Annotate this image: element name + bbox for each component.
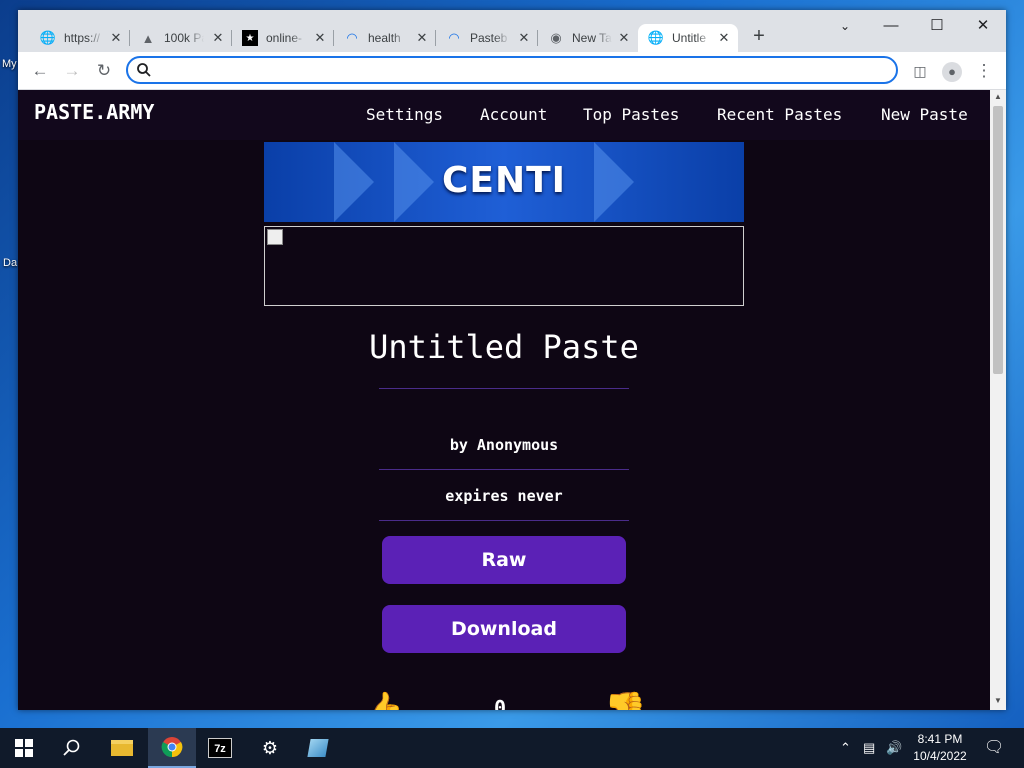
new-tab-button[interactable]: + xyxy=(748,26,770,48)
tab-title: online- xyxy=(266,31,303,45)
tab[interactable]: ◉ New Ta ✕ xyxy=(538,24,638,52)
close-icon[interactable]: ✕ xyxy=(716,30,732,46)
clock[interactable]: 8:41 PM 10/4/2022 xyxy=(906,731,974,765)
globe-icon: 🌐 xyxy=(39,30,57,45)
tab[interactable]: ▲ 100k Pa ✕ xyxy=(130,24,232,52)
site-logo[interactable]: PASTE.ARMY xyxy=(34,100,154,124)
tab-title: Untitle xyxy=(672,31,707,45)
browser-toolbar: ← → ↻ ◫ ● ⋮ xyxy=(18,52,1006,90)
close-window-button[interactable]: ✕ xyxy=(960,14,1006,38)
desktop-label[interactable]: Da xyxy=(3,257,17,269)
notification-icon[interactable]: 🗨 xyxy=(984,737,1004,757)
close-icon[interactable]: ✕ xyxy=(616,30,632,46)
thumbs-down-icon[interactable]: 👎 xyxy=(604,690,646,710)
paste-expiry: expires never xyxy=(445,487,563,505)
star-icon: ★ xyxy=(242,30,258,46)
globe-icon: 🌐 xyxy=(647,30,665,45)
clock-time: 8:41 PM xyxy=(917,732,963,746)
nav-settings[interactable]: Settings xyxy=(366,105,443,124)
tab-strip: 🌐 https:// ✕ ▲ 100k Pa ✕ ★ online- ✕ ◠ h… xyxy=(18,10,1006,52)
file-explorer-icon[interactable] xyxy=(98,728,146,768)
scrollbar-thumb[interactable] xyxy=(993,106,1003,374)
close-icon[interactable]: ✕ xyxy=(414,30,430,46)
search-icon xyxy=(137,63,151,77)
network-icon[interactable]: ▤ xyxy=(863,740,875,756)
site-header: PASTE.ARMY Settings Account Top Pastes R… xyxy=(18,90,990,140)
chrome-icon[interactable] xyxy=(148,728,196,768)
minimize-button[interactable]: — xyxy=(868,14,914,38)
divider xyxy=(379,469,629,470)
nav-new-paste[interactable]: New Paste xyxy=(881,105,968,124)
address-input[interactable] xyxy=(158,60,888,80)
tab[interactable]: 🌐 https:// ✕ xyxy=(30,24,130,52)
loading-icon: ◠ xyxy=(448,30,460,45)
banner-text: CENTI xyxy=(441,160,567,201)
scroll-up-icon[interactable]: ▲ xyxy=(993,92,1003,101)
paste-author: by Anonymous xyxy=(449,436,559,454)
start-icon[interactable] xyxy=(0,728,48,768)
tab[interactable]: ◠ health ✕ xyxy=(334,24,436,52)
close-icon[interactable]: ✕ xyxy=(312,30,328,46)
tent-icon: ▲ xyxy=(141,30,155,46)
rating-count: 0 xyxy=(494,696,507,710)
close-icon[interactable]: ✕ xyxy=(516,30,532,46)
tab[interactable]: ◠ Pasteb ✕ xyxy=(436,24,538,52)
download-button[interactable]: Download xyxy=(382,605,626,653)
settings-icon[interactable]: ⚙ xyxy=(246,728,294,768)
side-panel-icon[interactable]: ◫ xyxy=(908,60,932,82)
broken-image[interactable] xyxy=(264,226,744,306)
tab-title: Pasteb xyxy=(470,31,508,45)
tab[interactable]: ★ online- ✕ xyxy=(232,24,334,52)
address-bar[interactable] xyxy=(126,56,898,84)
clock-date: 10/4/2022 xyxy=(913,749,967,763)
loading-icon: ◠ xyxy=(346,30,358,45)
nav-account[interactable]: Account xyxy=(480,105,547,124)
tab-title: https:// xyxy=(64,31,101,45)
nav-recent-pastes[interactable]: Recent Pastes xyxy=(717,105,842,124)
taskbar: 7z ⚙ ⌃ ▤ 🔊 8:41 PM 10/4/2022 🗨 xyxy=(0,728,1024,768)
tab-search-icon[interactable]: ⌄ xyxy=(822,14,868,38)
page-scrollbar[interactable]: ▲ ▼ xyxy=(990,90,1006,710)
maximize-button[interactable]: ☐ xyxy=(914,14,960,38)
back-icon[interactable]: ← xyxy=(28,60,52,82)
reload-icon[interactable]: ↻ xyxy=(92,60,116,82)
tab-title: health xyxy=(368,31,401,45)
ad-banner[interactable]: CENTI xyxy=(264,142,744,222)
menu-icon[interactable]: ⋮ xyxy=(972,60,996,82)
page-content: PASTE.ARMY Settings Account Top Pastes R… xyxy=(18,90,990,710)
paste-title: Untitled Paste xyxy=(369,328,639,366)
close-icon[interactable]: ✕ xyxy=(210,30,226,46)
browser-window: 🌐 https:// ✕ ▲ 100k Pa ✕ ★ online- ✕ ◠ h… xyxy=(18,10,1006,710)
search-icon[interactable] xyxy=(48,728,96,768)
desktop-label[interactable]: My xyxy=(2,58,17,70)
close-icon[interactable]: ✕ xyxy=(108,30,124,46)
broken-image-icon xyxy=(267,229,283,245)
thumbs-up-icon[interactable]: 👍 xyxy=(362,690,404,710)
chevron-up-icon[interactable]: ⌃ xyxy=(840,740,851,756)
raw-button[interactable]: Raw xyxy=(382,536,626,584)
volume-icon[interactable]: 🔊 xyxy=(886,740,902,756)
tab-title: 100k Pa xyxy=(164,31,204,45)
tab-title: New Ta xyxy=(572,31,612,45)
scroll-down-icon[interactable]: ▼ xyxy=(993,696,1003,705)
forward-icon[interactable]: → xyxy=(60,60,84,82)
divider xyxy=(379,388,629,389)
chrome-icon: ◉ xyxy=(550,30,562,45)
divider xyxy=(379,520,629,521)
app-icon[interactable] xyxy=(294,728,342,768)
7zip-icon[interactable]: 7z xyxy=(196,728,244,768)
profile-icon[interactable]: ● xyxy=(940,60,964,82)
nav-top-pastes[interactable]: Top Pastes xyxy=(583,105,679,124)
tab-active[interactable]: 🌐 Untitle ✕ xyxy=(638,24,738,52)
